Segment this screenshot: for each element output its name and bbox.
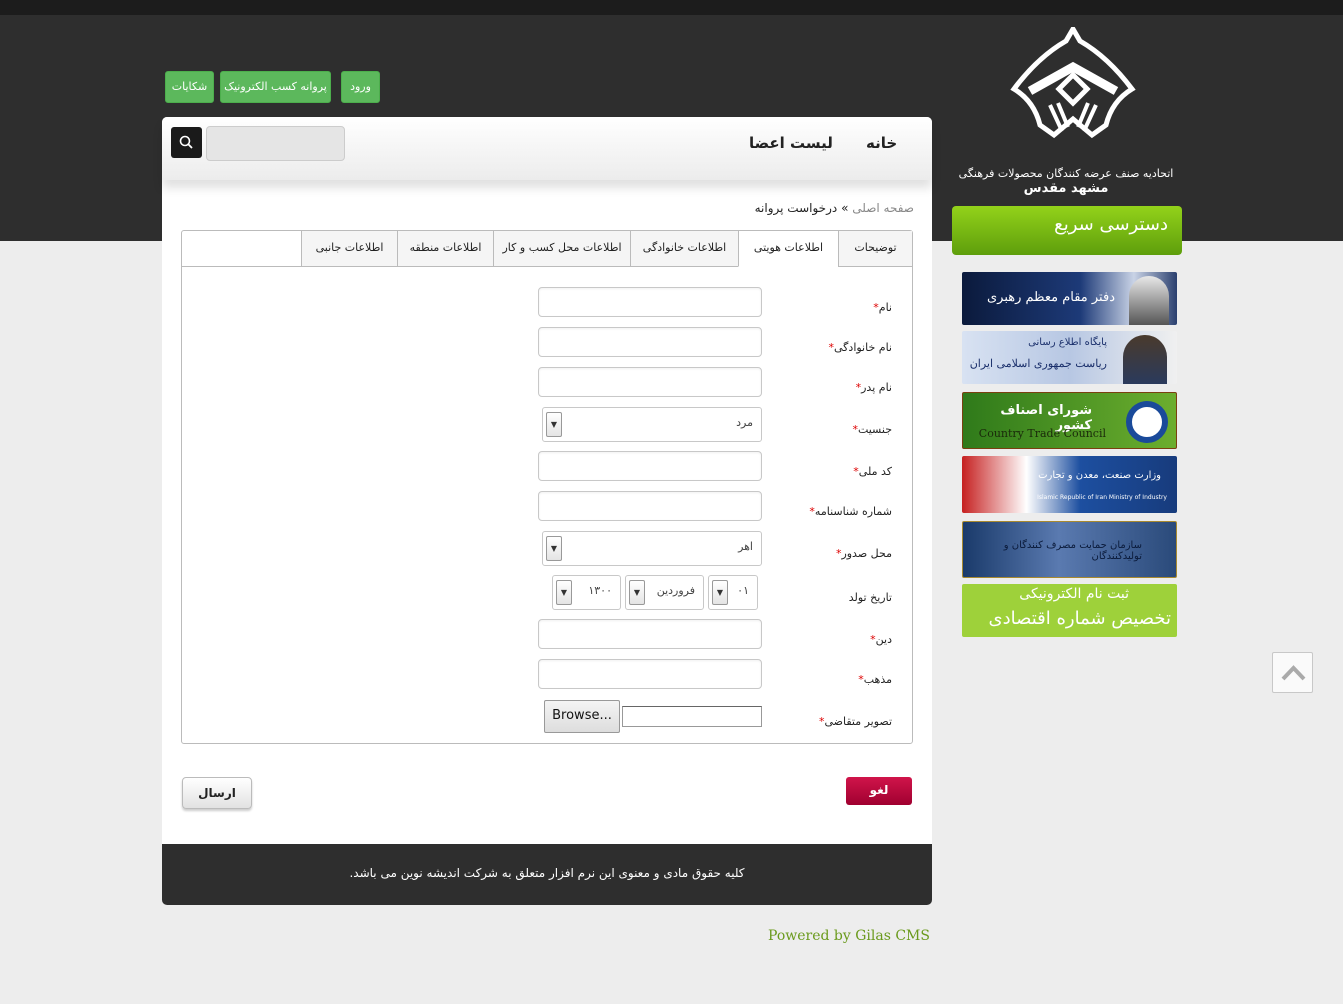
banner-leader-text: دفتر مقام معظم رهبری	[986, 290, 1115, 305]
religion-label: دین*	[870, 633, 892, 646]
issue-place-select[interactable]: اهر ▼	[542, 531, 762, 566]
banner-trade-council[interactable]: شورای اصناف کشور Country Trade Council	[962, 392, 1177, 449]
breadcrumb-home[interactable]: صفحه اصلی	[852, 201, 914, 215]
birth-year-value: ۱۳۰۰	[588, 584, 612, 597]
religion-field[interactable]	[538, 619, 762, 649]
gender-value: مرد	[736, 416, 753, 429]
sect-label: مذهب*	[858, 673, 892, 686]
sect-field[interactable]	[538, 659, 762, 689]
tab-business-location-info[interactable]: اطلاعات محل کسب و کار	[493, 231, 630, 267]
browse-button[interactable]: Browse...	[544, 700, 620, 733]
gender-select[interactable]: مرد ▼	[542, 407, 762, 442]
top-strip	[0, 0, 1343, 15]
father-name-field[interactable]	[538, 367, 762, 397]
breadcrumb-current: درخواست پروانه	[754, 201, 838, 215]
chevron-down-icon: ▼	[629, 580, 645, 605]
banner-consumer-support[interactable]: سازمان حمایت مصرف کنندگان و تولیدکنندگان	[962, 521, 1177, 578]
birth-day-value: ۰۱	[737, 584, 749, 597]
banner-president-top: پایگاه اطلاع رسانی	[1028, 337, 1107, 348]
main-card: خانه لیست اعضا صفحه اصلی » درخواست پروان…	[162, 117, 932, 905]
issue-place-label: محل صدور*	[835, 547, 892, 560]
last-name-field[interactable]	[538, 327, 762, 357]
main-navbar: خانه لیست اعضا	[162, 117, 932, 180]
search-input[interactable]	[206, 126, 345, 161]
banner-ministry-en: Islamic Republic of Iran Ministry of Ind…	[1037, 494, 1167, 501]
id-number-label: شماره شناسنامه*	[809, 505, 892, 518]
banner-leader-office[interactable]: دفتر مقام معظم رهبری	[962, 272, 1177, 325]
birth-month-select[interactable]: فروردین ▼	[625, 575, 704, 610]
father-name-label: نام پدر*	[855, 381, 892, 394]
login-button[interactable]: ورود	[341, 71, 380, 103]
search-icon	[179, 135, 193, 149]
nav-members-list[interactable]: لیست اعضا	[749, 134, 833, 152]
national-code-label: کد ملی*	[853, 465, 892, 478]
union-logo[interactable]	[1008, 27, 1138, 139]
org-name: اتحادیه صنف عرضه کنندگان محصولات فرهنگی …	[950, 167, 1182, 196]
birth-year-select[interactable]: ۱۳۰۰ ▼	[552, 575, 621, 610]
org-name-line2: مشهد مقدس	[1023, 181, 1109, 196]
council-emblem-icon	[1126, 401, 1168, 443]
electronic-license-button[interactable]: پروانه کسب الکترونیک	[220, 71, 331, 103]
tab-description[interactable]: توضیحات	[838, 231, 912, 267]
footer-copyright: کلیه حقوق مادی و معنوی این نرم افزار متع…	[162, 844, 932, 905]
first-name-field[interactable]	[538, 287, 762, 317]
cancel-button[interactable]: لغو	[846, 777, 912, 805]
submit-button[interactable]: ارسال	[182, 777, 252, 809]
powered-by-link[interactable]: Powered by Gilas CMS	[740, 928, 930, 944]
banner-econ-line1: ثبت نام الکترونیکی	[1019, 586, 1129, 602]
banner-ministry-fa: وزارت صنعت، معدن و تجارت	[1038, 470, 1161, 481]
search-button[interactable]	[171, 127, 202, 158]
chevron-down-icon: ▼	[546, 412, 562, 437]
banner-president-portal[interactable]: پایگاه اطلاع رسانی ریاست جمهوری اسلامی ا…	[962, 331, 1177, 384]
breadcrumb-separator: »	[841, 201, 849, 215]
birth-day-select[interactable]: ۰۱ ▼	[708, 575, 758, 610]
birth-date-label: تاریخ تولد	[848, 591, 892, 604]
portrait-image	[1123, 335, 1167, 384]
tab-identity-info[interactable]: اطلاعات هویتی	[738, 231, 838, 267]
scroll-to-top-button[interactable]	[1272, 652, 1313, 693]
chevron-up-icon	[1281, 665, 1306, 681]
chevron-down-icon: ▼	[556, 580, 572, 605]
banner-economic-number[interactable]: ثبت نام الکترونیکی تخصیص شماره اقتصادی	[962, 584, 1177, 637]
birth-month-value: فروردین	[656, 584, 695, 597]
issue-place-value: اهر	[738, 540, 753, 553]
banner-econ-line2: تخصیص شماره اقتصادی	[988, 608, 1172, 629]
org-name-line1: اتحادیه صنف عرضه کنندگان محصولات فرهنگی	[958, 167, 1174, 180]
tab-family-info[interactable]: اطلاعات خانوادگی	[630, 231, 738, 267]
complaints-button[interactable]: شکایات	[165, 71, 214, 103]
breadcrumb: صفحه اصلی » درخواست پروانه	[662, 201, 914, 215]
banner-president-bottom: ریاست جمهوری اسلامی ایران	[969, 357, 1107, 370]
gender-label: جنسیت*	[852, 423, 892, 436]
banner-ministry[interactable]: وزارت صنعت، معدن و تجارت Islamic Republi…	[962, 456, 1177, 513]
chevron-down-icon: ▼	[546, 536, 562, 561]
chevron-down-icon: ▼	[712, 580, 728, 605]
banner-consumer-support-text: سازمان حمایت مصرف کنندگان و تولیدکنندگان	[1003, 540, 1142, 562]
nav-home[interactable]: خانه	[866, 134, 897, 152]
photo-file-path[interactable]	[622, 706, 762, 727]
photo-label: تصویر متقاضی*	[818, 715, 892, 728]
last-name-label: نام خانوادگی*	[828, 341, 892, 354]
tab-additional-info[interactable]: اطلاعات جانبی	[301, 231, 397, 267]
form-panel: توضیحات اطلاعات هویتی اطلاعات خانوادگی ا…	[181, 230, 913, 744]
national-code-field[interactable]	[538, 451, 762, 481]
tab-divider	[182, 266, 302, 267]
id-number-field[interactable]	[538, 491, 762, 521]
banner-council-en: Country Trade Council	[978, 427, 1106, 440]
portrait-image	[1129, 276, 1169, 325]
first-name-label: نام*	[873, 301, 892, 314]
quick-access-header: دسترسی سریع	[952, 206, 1182, 255]
tab-region-info[interactable]: اطلاعات منطقه	[397, 231, 493, 267]
